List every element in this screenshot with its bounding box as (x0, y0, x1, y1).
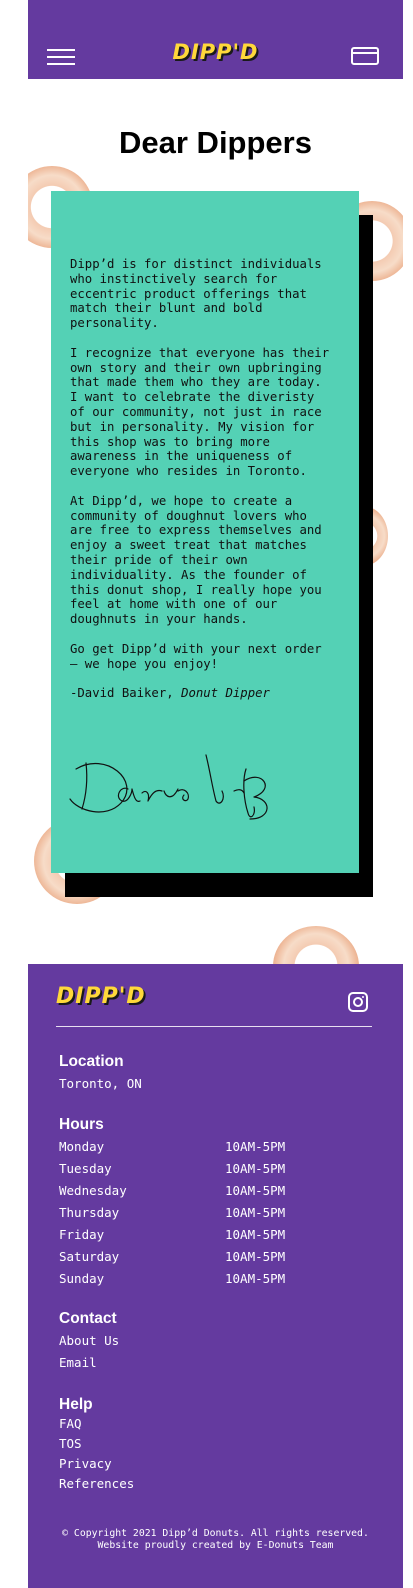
hours-row: Friday 10AM-5PM (59, 1227, 319, 1243)
hours-day: Tuesday (59, 1161, 112, 1176)
about-us-link[interactable]: About Us (59, 1333, 119, 1348)
hours-day: Friday (59, 1227, 105, 1242)
hours-time: 10AM-5PM (225, 1139, 286, 1154)
copyright-text: © Copyright 2021 Dipp’d Donuts. All righ… (28, 1528, 403, 1552)
faq-link[interactable]: FAQ (59, 1416, 82, 1431)
tos-link[interactable]: TOS (59, 1436, 82, 1451)
contact-heading: Contact (59, 1310, 117, 1327)
credit-card-icon[interactable] (351, 47, 379, 65)
letter-paragraph: Go get Dipp’d with your next order — we … (70, 641, 322, 671)
hours-day: Sunday (59, 1271, 105, 1286)
letter-paragraph: At Dipp’d, we hope to create a community… (70, 493, 322, 627)
credit-line: Website proudly created by E-Donuts Team (97, 1540, 334, 1551)
hours-day: Saturday (59, 1249, 120, 1264)
hours-time: 10AM-5PM (225, 1227, 286, 1242)
letter-paragraph: Dipp’d is for distinct individuals who i… (70, 257, 322, 331)
hours-time: 10AM-5PM (225, 1183, 286, 1198)
hours-time: 10AM-5PM (225, 1249, 286, 1264)
footer-logo[interactable]: DIPP'D (56, 984, 146, 1009)
hours-day: Thursday (59, 1205, 120, 1220)
hours-heading: Hours (59, 1116, 104, 1133)
hours-row: Saturday 10AM-5PM (59, 1249, 319, 1265)
hours-day: Wednesday (59, 1183, 127, 1198)
page-frame: DIPP'D Dear Dippers Dipp’d is for distin… (28, 0, 403, 1588)
hours-row: Wednesday 10AM-5PM (59, 1183, 319, 1199)
site-header: DIPP'D (28, 0, 403, 79)
hours-row: Tuesday 10AM-5PM (59, 1161, 319, 1177)
signoff-name: -David Baiker, (70, 686, 182, 701)
location-heading: Location (59, 1053, 124, 1070)
hours-day: Monday (59, 1139, 105, 1154)
page-title: Dear Dippers (119, 125, 312, 160)
location-text: Toronto, ON (59, 1076, 142, 1091)
email-link[interactable]: Email (59, 1355, 97, 1370)
hours-row: Thursday 10AM-5PM (59, 1205, 319, 1221)
references-link[interactable]: References (59, 1476, 134, 1491)
hours-row: Sunday 10AM-5PM (59, 1271, 319, 1287)
header-logo[interactable]: DIPP'D (28, 40, 403, 64)
letter-signoff: -David Baiker, Donut Dipper (70, 686, 346, 701)
hours-time: 10AM-5PM (225, 1271, 286, 1286)
site-footer: DIPP'D Location Toronto, ON Hours Monday… (28, 964, 403, 1588)
hours-time: 10AM-5PM (225, 1161, 286, 1176)
copyright-line: © Copyright 2021 Dipp’d Donuts. All righ… (62, 1528, 369, 1539)
footer-divider (56, 1026, 372, 1027)
privacy-link[interactable]: Privacy (59, 1456, 112, 1471)
hours-row: Monday 10AM-5PM (59, 1139, 319, 1155)
instagram-icon[interactable] (348, 992, 368, 1012)
letter-body: Dipp’d is for distinct individuals who i… (70, 257, 346, 716)
letter-card: Dipp’d is for distinct individuals who i… (51, 191, 359, 873)
signoff-title: Donut Dipper (181, 686, 270, 701)
handwritten-signature (69, 754, 268, 820)
hours-time: 10AM-5PM (225, 1205, 286, 1220)
letter-paragraph: I recognize that everyone has their own … (70, 345, 330, 479)
help-heading: Help (59, 1396, 93, 1413)
